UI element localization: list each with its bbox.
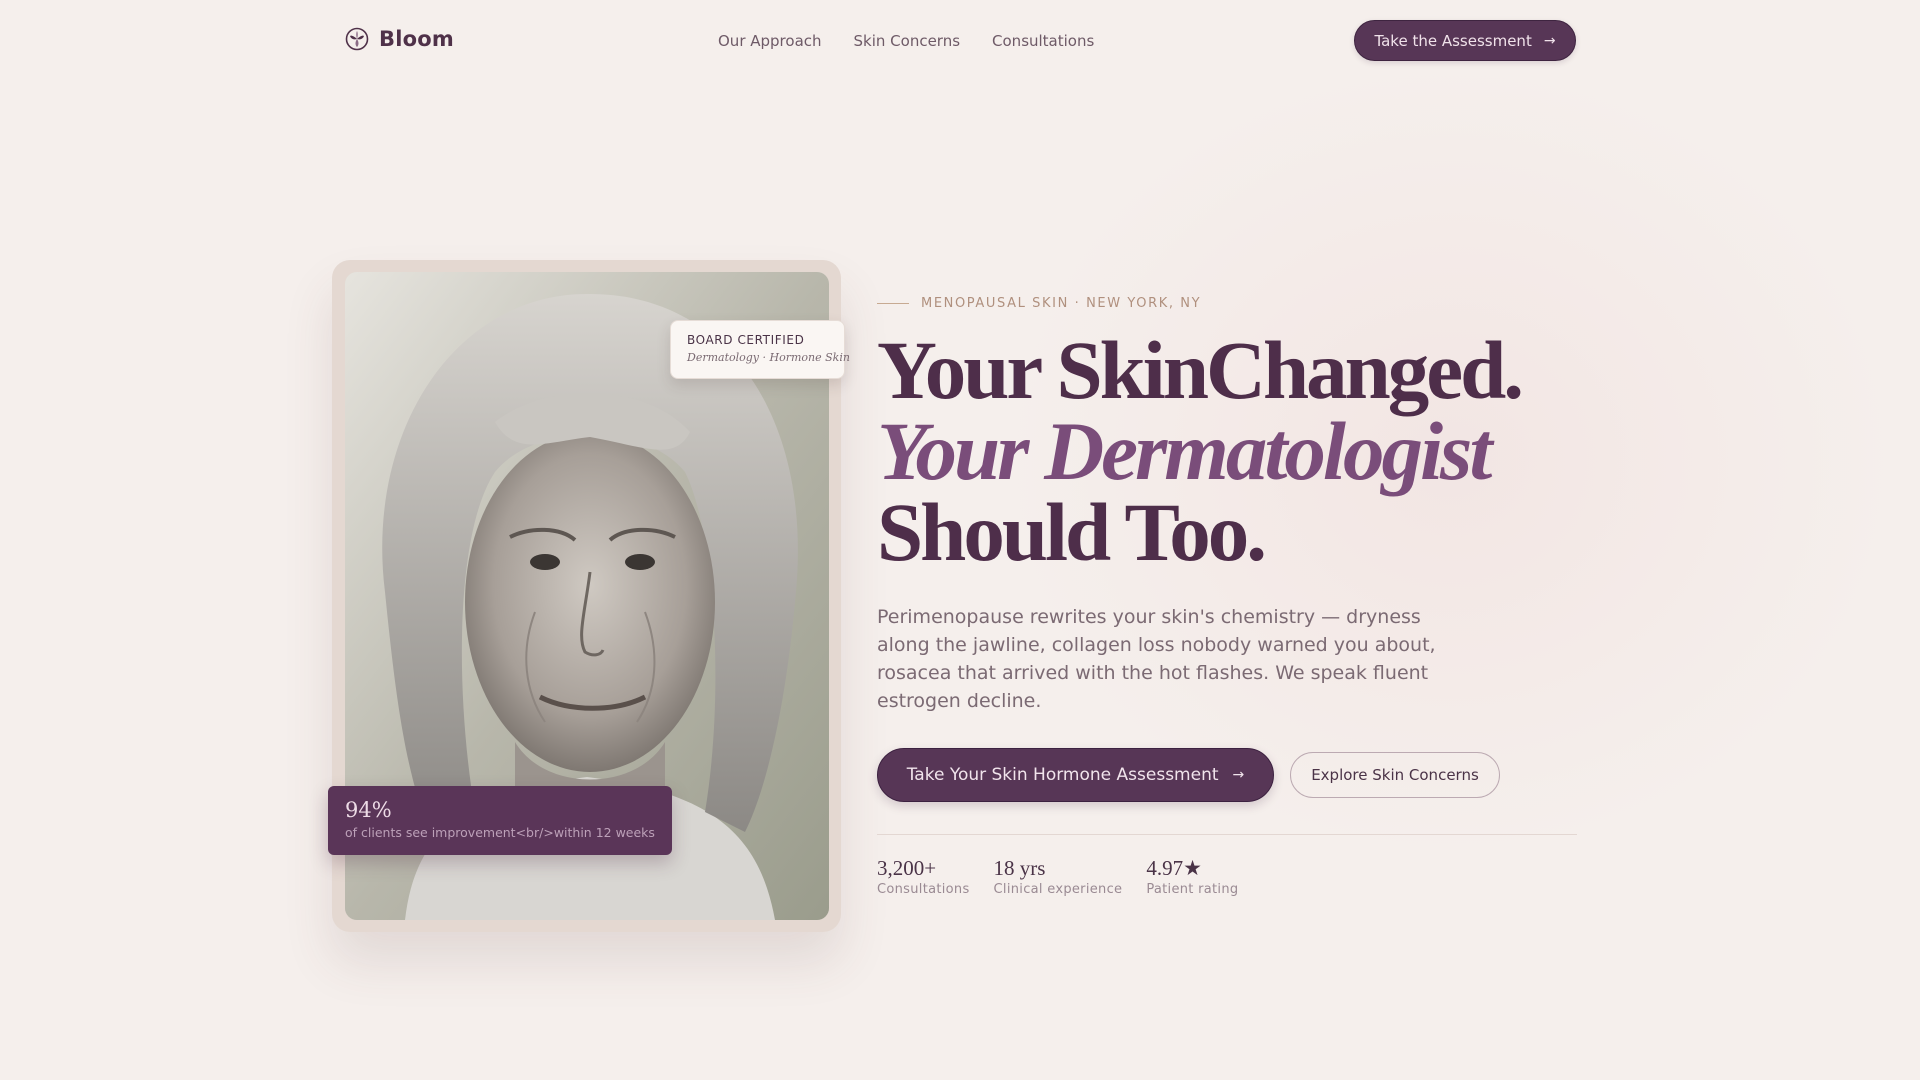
flower-logo-icon <box>345 27 369 51</box>
brand-logo[interactable]: Bloom <box>345 27 454 51</box>
stat-value: 3,200+ <box>877 856 937 880</box>
primary-cta-label: Take Your Skin Hormone Assessment <box>906 765 1219 785</box>
board-certified-badge: BOARD CERTIFIED Dermatology · Hormone Sk… <box>670 320 850 379</box>
eyebrow-divider <box>877 303 909 304</box>
take-assessment-button[interactable]: Take the Assessment → <box>1354 20 1576 61</box>
nav-links: Our Approach Skin Concerns Consultations <box>718 32 1094 50</box>
stats-divider <box>877 834 1577 835</box>
brand-name: Bloom <box>379 27 454 51</box>
hero-stats: 3,200+ Consultations 18 yrs Clinical exp… <box>877 856 1238 897</box>
secondary-cta-label: Explore Skin Concerns <box>1311 766 1479 784</box>
arrow-right-icon: → <box>1543 32 1556 49</box>
top-navigation: Bloom Our Approach Skin Concerns Consult… <box>0 0 1920 82</box>
hero-headline: Your SkinChanged. Your Dermatologist Sho… <box>877 324 1524 578</box>
take-assessment-label: Take the Assessment <box>1374 31 1532 50</box>
explore-skin-concerns-button[interactable]: Explore Skin Concerns <box>1290 752 1500 798</box>
hero-eyebrow: MENOPAUSAL SKIN · NEW YORK, NY <box>877 296 1201 311</box>
headline-line-2: Your Dermatologist <box>877 405 1492 497</box>
stat-experience: 18 yrs Clinical experience <box>994 856 1123 897</box>
stat-rating: 4.97★ Patient rating <box>1146 856 1238 897</box>
eyebrow-text: MENOPAUSAL SKIN · NEW YORK, NY <box>921 296 1202 311</box>
stat-label: Consultations <box>877 882 970 897</box>
stat-label: Patient rating <box>1146 882 1239 897</box>
stat-label: Clinical experience <box>993 882 1123 897</box>
skin-hormone-assessment-button[interactable]: Take Your Skin Hormone Assessment → <box>877 748 1274 802</box>
nav-link-our-approach[interactable]: Our Approach <box>718 32 822 50</box>
improvement-description: of clients see improvement<br/>within 12… <box>345 825 655 840</box>
badge-subtitle: Dermatology · Hormone Skin <box>687 351 850 364</box>
hero-intro-text: Perimenopause rewrites your skin's chemi… <box>877 606 1436 712</box>
nav-link-skin-concerns[interactable]: Skin Concerns <box>854 32 961 50</box>
stat-value: 4.97★ <box>1146 856 1202 880</box>
arrow-right-icon: → <box>1232 767 1245 783</box>
stat-value: 18 yrs <box>993 856 1046 880</box>
badge-title: BOARD CERTIFIED <box>687 333 805 347</box>
nav-link-consultations[interactable]: Consultations <box>992 32 1094 50</box>
headline-line-3: Should Too. <box>877 486 1267 578</box>
headline-line-1: Your SkinChanged. <box>877 324 1524 416</box>
improvement-stat-card: 94% of clients see improvement<br/>withi… <box>328 786 672 855</box>
improvement-percentage: 94% <box>345 798 392 822</box>
stat-consultations: 3,200+ Consultations <box>877 856 970 897</box>
